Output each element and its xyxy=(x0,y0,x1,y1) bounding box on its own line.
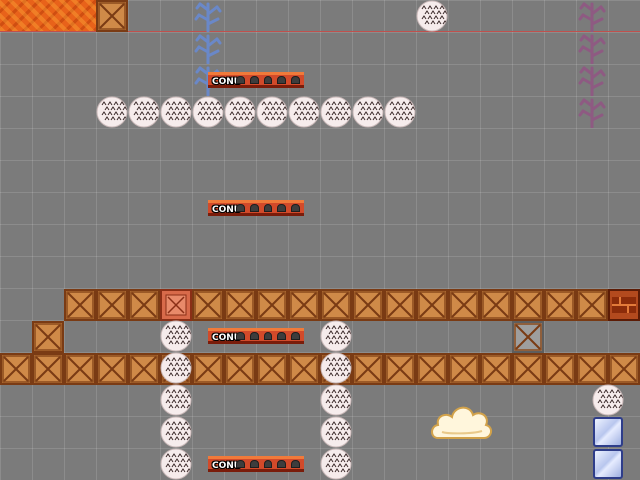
purple-coral-icon[interactable] xyxy=(576,96,608,128)
purple-coral-icon[interactable] xyxy=(576,0,608,32)
spiky-ball-icon[interactable] xyxy=(320,352,352,384)
level-editor-canvas[interactable]: CONU CONU CONU CONU xyxy=(0,0,640,480)
conveyor-rollers xyxy=(236,204,300,212)
crate-icon[interactable] xyxy=(96,353,128,385)
crate-icon[interactable] xyxy=(32,353,64,385)
crate-icon[interactable] xyxy=(224,353,256,385)
conveyor-belt[interactable]: CONU xyxy=(208,200,304,216)
conveyor-rollers xyxy=(236,460,300,468)
crate-icon[interactable] xyxy=(64,353,96,385)
crate-icon[interactable] xyxy=(256,289,288,321)
spiky-ball-icon[interactable] xyxy=(320,416,352,448)
crate-icon[interactable] xyxy=(352,289,384,321)
brick-block-icon[interactable] xyxy=(608,289,640,321)
spiky-ball-icon[interactable] xyxy=(416,0,448,32)
ice-block-icon[interactable] xyxy=(593,449,623,479)
spiky-ball-icon[interactable] xyxy=(160,416,192,448)
purple-coral-icon[interactable] xyxy=(576,32,608,64)
crate-icon[interactable] xyxy=(384,353,416,385)
crate-icon[interactable] xyxy=(320,289,352,321)
crate-icon[interactable] xyxy=(288,353,320,385)
crate-icon[interactable] xyxy=(544,289,576,321)
spiky-ball-icon[interactable] xyxy=(320,96,352,128)
conveyor-rollers xyxy=(236,332,300,340)
conveyor-belt[interactable]: CONU xyxy=(208,72,304,88)
spiky-ball-icon[interactable] xyxy=(384,96,416,128)
crate-icon[interactable] xyxy=(288,289,320,321)
crate-icon[interactable] xyxy=(96,289,128,321)
blue-coral-icon[interactable] xyxy=(192,32,224,64)
ice-block-icon[interactable] xyxy=(593,417,623,447)
spiky-ball-icon[interactable] xyxy=(160,384,192,416)
spiky-ball-icon[interactable] xyxy=(224,96,256,128)
crate-icon[interactable] xyxy=(224,289,256,321)
spiky-ball-icon[interactable] xyxy=(592,384,624,416)
lava-tiles xyxy=(0,0,96,31)
conveyor-belt[interactable]: CONU xyxy=(208,328,304,344)
crate-icon[interactable] xyxy=(192,289,224,321)
crate-icon[interactable] xyxy=(544,353,576,385)
crate-icon[interactable] xyxy=(512,321,544,353)
spiky-ball-icon[interactable] xyxy=(96,96,128,128)
spiky-ball-icon[interactable] xyxy=(288,96,320,128)
crate-icon[interactable] xyxy=(256,353,288,385)
crate-icon[interactable] xyxy=(160,289,192,321)
crate-icon[interactable] xyxy=(512,353,544,385)
crate-icon[interactable] xyxy=(512,289,544,321)
crate-icon[interactable] xyxy=(448,289,480,321)
purple-coral-icon[interactable] xyxy=(576,64,608,96)
spiky-ball-icon[interactable] xyxy=(160,448,192,480)
blue-coral-icon[interactable] xyxy=(192,0,224,32)
crate-icon[interactable] xyxy=(352,353,384,385)
crate-icon[interactable] xyxy=(384,289,416,321)
crate-icon[interactable] xyxy=(128,289,160,321)
spiky-ball-icon[interactable] xyxy=(320,320,352,352)
spiky-ball-icon[interactable] xyxy=(128,96,160,128)
crate-icon[interactable] xyxy=(96,0,128,32)
conveyor-rollers xyxy=(236,76,300,84)
cloud-icon[interactable] xyxy=(428,398,494,444)
crate-icon[interactable] xyxy=(64,289,96,321)
crate-icon[interactable] xyxy=(192,353,224,385)
crate-icon[interactable] xyxy=(576,289,608,321)
crate-icon[interactable] xyxy=(608,353,640,385)
spiky-ball-icon[interactable] xyxy=(320,448,352,480)
crate-icon[interactable] xyxy=(128,353,160,385)
crate-icon[interactable] xyxy=(480,289,512,321)
spiky-ball-icon[interactable] xyxy=(160,96,192,128)
crate-icon[interactable] xyxy=(416,353,448,385)
spiky-ball-icon[interactable] xyxy=(256,96,288,128)
spiky-ball-icon[interactable] xyxy=(160,352,192,384)
crate-icon[interactable] xyxy=(32,321,64,353)
crate-icon[interactable] xyxy=(480,353,512,385)
conveyor-belt[interactable]: CONU xyxy=(208,456,304,472)
crate-icon[interactable] xyxy=(448,353,480,385)
spiky-ball-icon[interactable] xyxy=(352,96,384,128)
spiky-ball-icon[interactable] xyxy=(192,96,224,128)
spiky-ball-icon[interactable] xyxy=(160,320,192,352)
spiky-ball-icon[interactable] xyxy=(320,384,352,416)
crate-icon[interactable] xyxy=(576,353,608,385)
crate-icon[interactable] xyxy=(0,353,32,385)
crate-icon[interactable] xyxy=(416,289,448,321)
